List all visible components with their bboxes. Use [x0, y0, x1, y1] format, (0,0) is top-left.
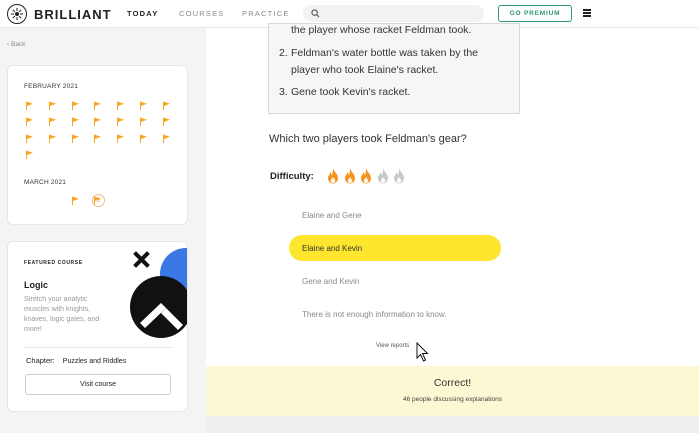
chapter-name: Puzzles and Riddles — [62, 358, 127, 365]
answer-option-label: Elaine and Kevin — [302, 243, 363, 253]
nav-today[interactable]: TODAY — [127, 9, 158, 18]
flag-icon[interactable] — [48, 134, 57, 143]
result-title: Correct! — [433, 377, 472, 389]
result-banner: Correct! 46 people discussing explanatio… — [206, 366, 699, 416]
flame-icon — [377, 168, 388, 184]
answer-option-1[interactable]: Elaine and Gene — [289, 202, 501, 228]
flag-icon[interactable] — [25, 101, 34, 110]
back-link[interactable]: ‹ Back — [7, 41, 25, 48]
flag-icon[interactable] — [162, 117, 171, 127]
search-input[interactable] — [323, 6, 479, 21]
flag-icon[interactable] — [71, 134, 80, 143]
flag-icon[interactable] — [93, 117, 102, 127]
flag-icon[interactable] — [25, 134, 34, 143]
bottom-strip — [206, 416, 699, 433]
flag-icon[interactable] — [116, 134, 125, 143]
answer-option-label: Elaine and Gene — [302, 210, 362, 220]
search-icon — [311, 9, 320, 18]
nav-courses[interactable]: COURSES — [179, 9, 225, 18]
clues-box: the player whose racket Feldman took. 2.… — [268, 23, 520, 114]
flag-icon[interactable] — [162, 101, 171, 110]
brand[interactable]: BRILLIANT — [7, 4, 112, 24]
sidebar: ‹ Back FEBRUARY 2021 MARCH 2021 3 FEATUR… — [0, 28, 206, 433]
flag-icon[interactable] — [139, 117, 148, 127]
flag-icon[interactable] — [48, 101, 57, 110]
problem-area: the player whose racket Feldman took. 2.… — [206, 23, 699, 433]
answer-option-4[interactable]: There is not enough information to know. — [289, 301, 501, 327]
flag-icon[interactable] — [25, 150, 34, 159]
difficulty-rating — [325, 167, 408, 184]
clue-3-number: 3. — [279, 86, 288, 98]
search-bar[interactable] — [303, 5, 484, 22]
chapter-info: Chapter: Puzzles and Riddles — [26, 356, 126, 365]
featured-course-card: FEATURED COURSE Logic Stretch your analy… — [7, 241, 188, 412]
flag-icon[interactable] — [25, 117, 34, 127]
hamburger-menu-icon[interactable] — [583, 9, 591, 17]
flag-icon[interactable] — [116, 117, 125, 127]
mouse-pointer-icon — [416, 342, 429, 362]
go-premium-button[interactable]: GO PREMIUM — [498, 5, 572, 22]
streak-calendar-card: FEBRUARY 2021 MARCH 2021 3 — [7, 65, 188, 225]
answer-option-3[interactable]: Gene and Kevin — [289, 268, 501, 294]
view-reports-link[interactable]: View reports — [376, 343, 409, 349]
flag-icon[interactable] — [48, 117, 57, 127]
flag-icon[interactable] — [71, 101, 80, 110]
course-title[interactable]: Logic — [24, 280, 48, 290]
clue-2-line-1: Feldman's water bottle was taken by the — [291, 47, 479, 59]
flame-icon — [361, 168, 371, 184]
difficulty-label: Difficulty: — [270, 171, 314, 182]
flame-icon — [394, 168, 404, 184]
clue-2-line-2: player who took Elaine's racket. — [291, 64, 439, 76]
chapter-label: Chapter: — [26, 356, 55, 365]
nav-practice[interactable]: PRACTICE — [242, 9, 290, 18]
flag-icon[interactable] — [162, 134, 171, 143]
answer-option-2[interactable]: Elaine and Kevin — [289, 235, 501, 261]
month-label-feb: FEBRUARY 2021 — [24, 83, 79, 90]
today-marker[interactable]: 3 — [92, 194, 105, 207]
back-label: Back — [10, 41, 26, 48]
answer-option-label: Gene and Kevin — [302, 276, 360, 286]
course-description: Stretch your analytic muscles with knigh… — [24, 296, 100, 333]
visit-course-button[interactable]: Visit course — [25, 374, 171, 395]
brand-name: BRILLIANT — [34, 6, 112, 22]
flame-icon — [344, 168, 355, 184]
answer-option-label: There is not enough information to know. — [302, 309, 447, 319]
flame-icon — [328, 168, 338, 184]
month-label-mar: MARCH 2021 — [24, 179, 67, 186]
flag-icon[interactable] — [71, 117, 80, 127]
flag-icon[interactable] — [139, 134, 148, 143]
brilliant-logo-icon — [7, 4, 27, 24]
question-text: Which two players took Feldman's gear? — [269, 133, 467, 145]
flag-icon[interactable] — [116, 101, 125, 110]
featured-eyebrow: FEATURED COURSE — [24, 260, 83, 266]
divider — [24, 347, 172, 348]
flag-icon[interactable] — [93, 101, 102, 110]
clue-2-number: 2. — [279, 47, 288, 59]
flag-icon[interactable] — [93, 134, 102, 143]
logic-course-illustration — [130, 248, 187, 338]
flag-icon[interactable] — [71, 196, 80, 205]
flag-icon[interactable] — [139, 101, 148, 110]
clue-3-text: Gene took Kevin's racket. — [291, 86, 411, 98]
discussion-link[interactable]: 46 people discussing explanations — [206, 396, 699, 403]
clue-1-text: the player whose racket Feldman took. — [291, 24, 472, 36]
